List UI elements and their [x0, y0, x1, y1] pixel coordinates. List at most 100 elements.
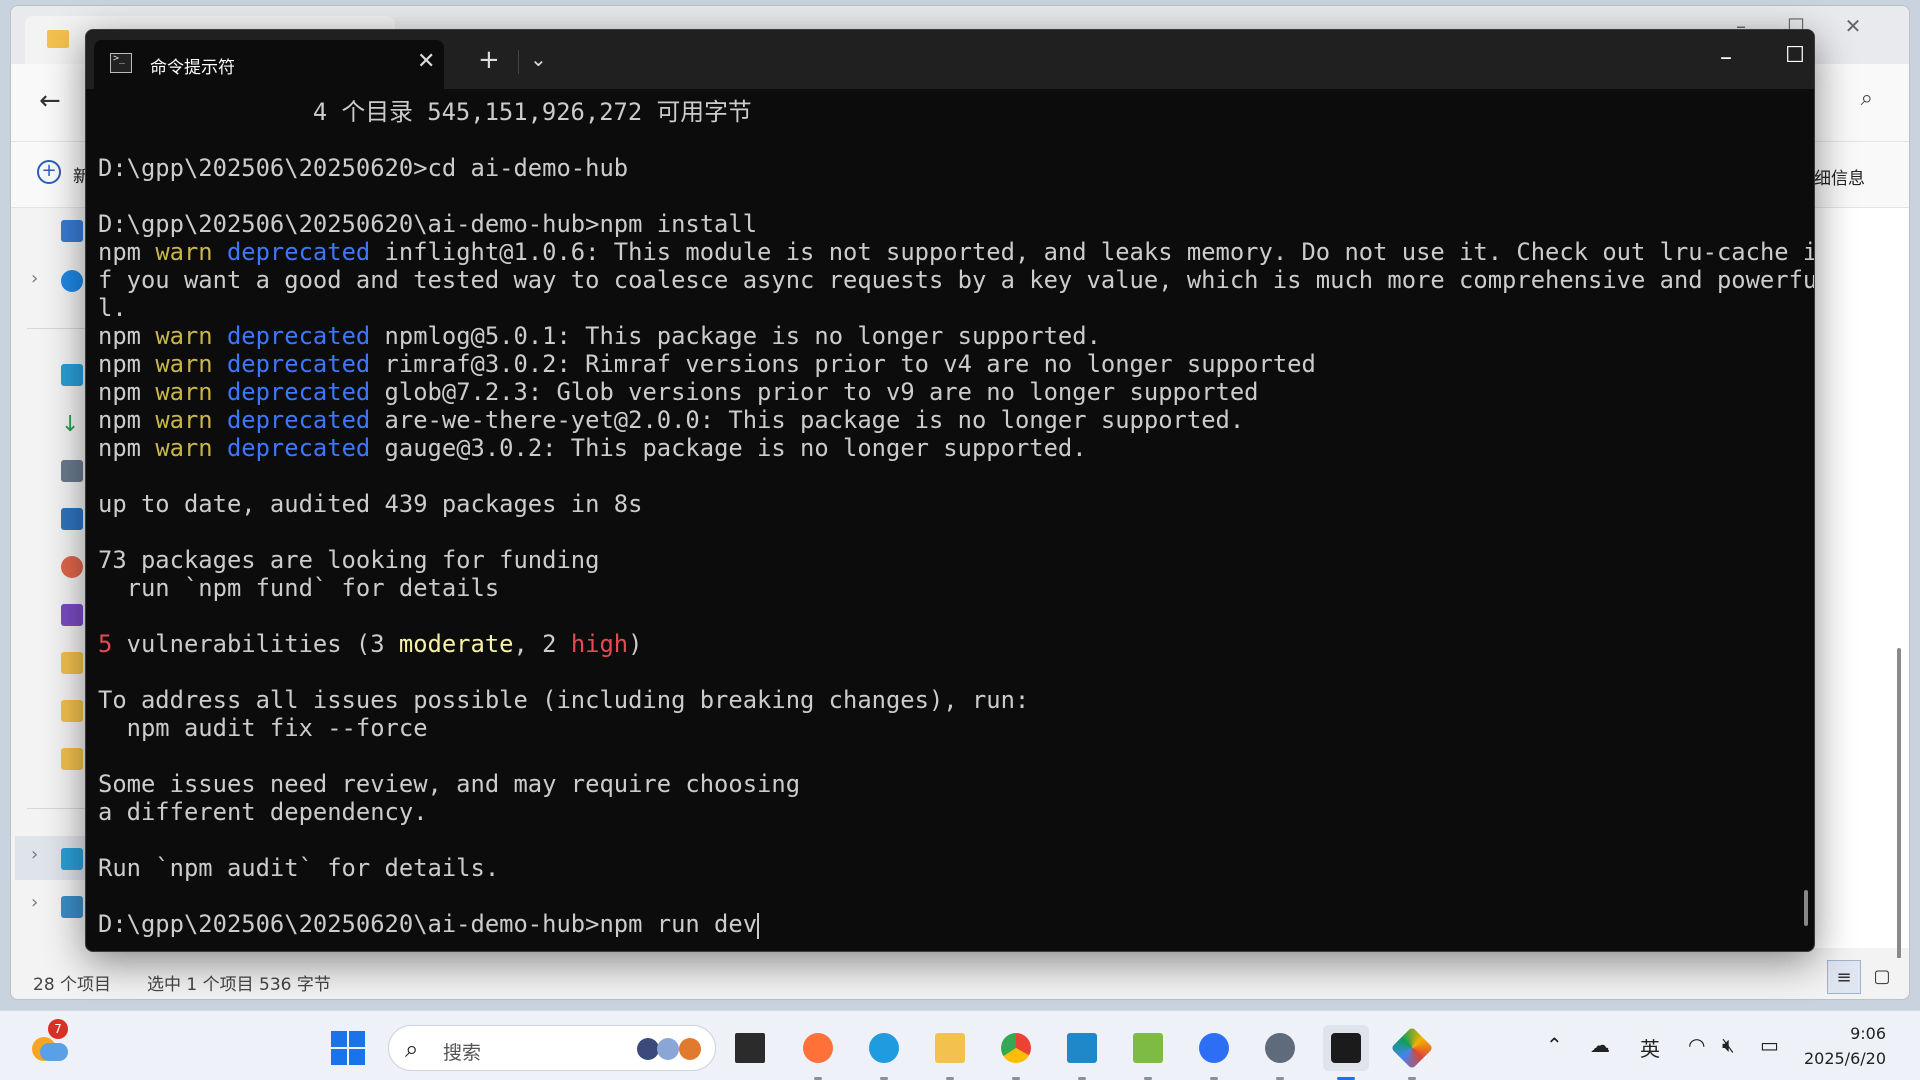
explorer-statusbar: 28 个项目 选中 1 个项目 536 字节 — [11, 958, 1909, 999]
taskbar-app-edge[interactable] — [861, 1025, 907, 1080]
terminal-tab[interactable]: 命令提示符 ✕ — [94, 40, 444, 89]
taskbar-search-box[interactable]: ⌕ 搜索 — [388, 1025, 716, 1071]
downloads-icon[interactable]: ↓ — [61, 412, 83, 437]
desktop-icon[interactable] — [61, 364, 83, 386]
explorer-close-button[interactable]: ✕ — [1833, 14, 1873, 38]
network-icon[interactable] — [61, 896, 83, 918]
terminal-line: a different dependency. — [98, 798, 1784, 826]
search-icon[interactable]: ⌕ — [1861, 86, 1873, 111]
chevron-right-icon[interactable]: › — [31, 844, 38, 865]
firefox-icon — [803, 1033, 833, 1063]
explorer-scrollbar[interactable] — [1897, 648, 1901, 999]
folder-icon[interactable] — [61, 700, 83, 722]
taskbar-app-desktop[interactable] — [727, 1025, 773, 1071]
start-button[interactable] — [331, 1031, 365, 1065]
taskbar-app-file-explorer[interactable] — [927, 1025, 973, 1080]
taskbar: 7 ⌕ 搜索 ⌃ ☁ 英 ◠ 🔇︎ ▭ 9:06 2025/6/20 — [0, 1010, 1920, 1080]
terminal-text-segment: vulnerabilities (3 — [112, 630, 399, 658]
taskbar-app-settings[interactable] — [1257, 1025, 1303, 1080]
search-placeholder: 搜索 — [443, 1042, 482, 1064]
terminal-text-segment: deprecated — [226, 406, 371, 434]
taskbar-app-messenger[interactable] — [1191, 1025, 1237, 1080]
terminal-line: D:\gpp\202506\20250620>cd ai-demo-hub — [98, 154, 1784, 182]
taskbar-app-chrome[interactable] — [993, 1025, 1039, 1080]
terminal-titlebar: 命令提示符 ✕ + ⌄ – ☐ ✕ — [86, 30, 1814, 89]
volume-muted-icon[interactable]: 🔇︎ — [1722, 1033, 1735, 1057]
titlebar-separator — [518, 50, 519, 74]
messenger-icon — [1199, 1033, 1229, 1063]
terminal-text-segment: warn — [155, 434, 213, 462]
folder-icon[interactable] — [61, 652, 83, 674]
terminal-window: 命令提示符 ✕ + ⌄ – ☐ ✕ 4 个目录 545,151,926,272 … — [85, 29, 1815, 952]
new-tab-button[interactable]: + — [478, 47, 500, 73]
terminal-line: Run `npm audit` for details. — [98, 854, 1784, 882]
gallery-icon[interactable] — [61, 220, 83, 242]
terminal-scrollbar[interactable] — [1804, 890, 1808, 926]
windows-logo-icon — [331, 1031, 347, 1047]
terminal-text-segment: rimraf@3.0.2: Rimraf versions prior to v… — [370, 350, 1316, 378]
terminal-text-segment: glob@7.2.3: Glob versions prior to v9 ar… — [370, 378, 1259, 406]
taskbar-app-notepad-plus[interactable] — [1125, 1025, 1171, 1080]
clock[interactable]: 9:06 2025/6/20 — [1804, 1021, 1886, 1071]
taskbar-app-terminal[interactable] — [1323, 1025, 1369, 1080]
videos-icon[interactable] — [61, 604, 83, 626]
terminal-line: 73 packages are looking for funding — [98, 546, 1784, 574]
terminal-line: up to date, audited 439 packages in 8s — [98, 490, 1784, 518]
terminal-text-segment: 5 — [98, 630, 113, 658]
terminal-text-segment: D:\gpp\202506\20250620>cd ai-demo-hub — [98, 154, 629, 182]
wifi-icon[interactable]: ◠ — [1688, 1033, 1705, 1057]
music-icon[interactable] — [61, 556, 83, 578]
terminal-text-segment: high — [570, 630, 629, 658]
terminal-text-segment: warn — [155, 406, 213, 434]
taskbar-app-firefox[interactable] — [795, 1025, 841, 1080]
edge-icon — [869, 1033, 899, 1063]
ime-indicator[interactable]: 英 — [1640, 1033, 1660, 1062]
tiles-view-icon[interactable]: ▢ — [1865, 960, 1899, 994]
chevron-down-icon[interactable]: ⌄ — [530, 47, 547, 71]
terminal-line: 5 vulnerabilities (3 moderate, 2 high) — [98, 630, 1784, 658]
close-tab-icon[interactable]: ✕ — [417, 49, 435, 74]
this-pc-icon[interactable] — [61, 848, 83, 870]
terminal-line: Some issues need review, and may require… — [98, 770, 1784, 798]
chevron-up-icon[interactable]: ⌃ — [1546, 1033, 1563, 1057]
battery-icon[interactable]: ▭ — [1760, 1033, 1779, 1057]
terminal-text-segment: 73 packages are looking for funding — [98, 546, 600, 574]
terminal-text-segment: Some issues need review, and may require… — [98, 770, 801, 798]
folder-icon[interactable] — [61, 748, 83, 770]
folder-icon — [47, 30, 69, 48]
terminal-text-segment: npm audit fix --force — [98, 714, 428, 742]
terminal-text-segment: npm — [98, 378, 156, 406]
terminal-line: l. — [98, 294, 1784, 322]
minimize-button[interactable]: – — [1703, 43, 1749, 71]
terminal-line: npm warn deprecated npmlog@5.0.1: This p… — [98, 322, 1784, 350]
new-item-icon[interactable]: + — [37, 160, 61, 184]
terminal-line: D:\gpp\202506\20250620\ai-demo-hub>npm i… — [98, 210, 1784, 238]
terminal-text-segment: D:\gpp\202506\20250620\ai-demo-hub>npm r… — [98, 910, 758, 938]
back-arrow-icon[interactable]: ← — [39, 86, 61, 116]
search-icon: ⌕ — [405, 1035, 419, 1063]
pictures-icon[interactable] — [61, 508, 83, 530]
terminal-text-segment: moderate — [398, 630, 514, 658]
selection-info: 选中 1 个项目 536 字节 — [147, 975, 331, 995]
terminal-text-segment: deprecated — [226, 238, 371, 266]
cloud-icon[interactable]: ☁ — [1590, 1033, 1610, 1057]
maximize-button[interactable]: ☐ — [1772, 43, 1814, 68]
chevron-right-icon[interactable]: › — [31, 892, 38, 913]
terminal-output[interactable]: 4 个目录 545,151,926,272 可用字节 D:\gpp\202506\… — [98, 98, 1814, 951]
details-view-icon[interactable]: ≡ — [1827, 960, 1861, 994]
terminal-line: D:\gpp\202506\20250620\ai-demo-hub>npm r… — [98, 910, 1784, 939]
taskbar-app-colorful[interactable] — [1389, 1025, 1435, 1080]
terminal-line: npm warn deprecated are-we-there-yet@2.0… — [98, 406, 1784, 434]
chevron-right-icon[interactable]: › — [31, 268, 38, 289]
onedrive-icon[interactable] — [61, 270, 83, 292]
terminal-text-segment: warn — [155, 238, 213, 266]
taskbar-app-notepad[interactable] — [1059, 1025, 1105, 1080]
app-icon — [1390, 1026, 1434, 1070]
documents-icon[interactable] — [61, 460, 83, 482]
